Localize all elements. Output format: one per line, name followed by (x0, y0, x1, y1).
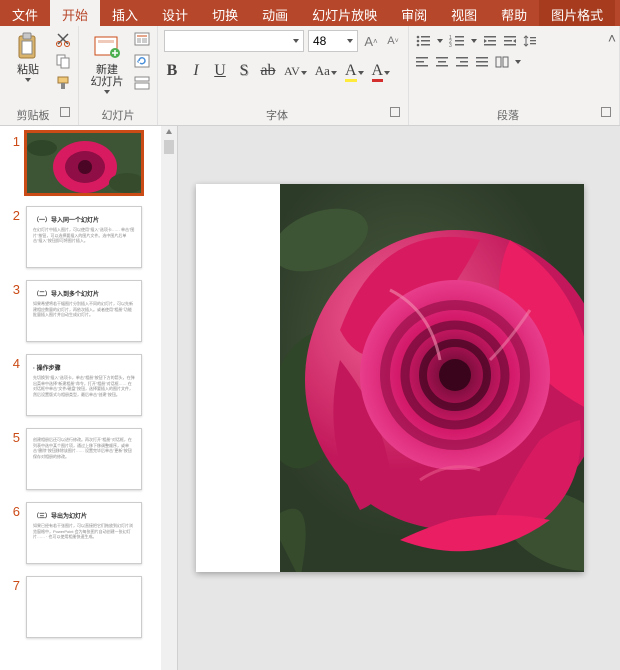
thumbnails-panel: 12（一）导入同一个幻灯片在幻灯片中插入图片，可以使用"插入"选项卡…… 单击"… (0, 126, 178, 670)
tab-bar: 文件 开始 插入 设计 切换 动画 幻灯片放映 审阅 视图 帮助 图片格式 (0, 0, 620, 26)
copy-button[interactable] (54, 52, 72, 70)
slide-number: 4 (4, 354, 20, 416)
tab-review[interactable]: 审阅 (389, 0, 439, 26)
font-launcher[interactable] (390, 107, 400, 117)
paste-button[interactable]: 粘贴 (6, 30, 50, 82)
group-clipboard-label: 剪贴板 (17, 110, 50, 122)
paste-icon (13, 32, 43, 62)
italic-button[interactable]: I (188, 62, 204, 80)
group-paragraph-label: 段落 (497, 110, 519, 122)
slide-number: 1 (4, 132, 20, 194)
bullets-button[interactable] (415, 34, 431, 48)
font-family-combo[interactable] (164, 30, 304, 52)
tab-transitions[interactable]: 切换 (200, 0, 250, 26)
thumbnail-preview: （二）导入到多个幻灯片如果希望将若干幅图片分别插入不同的幻灯片，可以先新建相应数… (26, 280, 142, 342)
bullets-menu[interactable] (437, 39, 443, 43)
collapse-ribbon-icon[interactable]: ˄ (608, 30, 616, 46)
cut-button[interactable] (54, 30, 72, 48)
format-painter-button[interactable] (54, 74, 72, 92)
thumbnail-preview: · 操作步骤先切换到"插入"选项卡，单击"相册"按钮下方的箭头，在弹出菜单中选择… (26, 354, 142, 416)
slide-thumbnail[interactable]: 2（一）导入同一个幻灯片在幻灯片中插入图片，可以使用"插入"选项卡…… 单击"图… (0, 200, 177, 274)
highlight-button[interactable]: A (345, 62, 364, 80)
slide-thumbnail[interactable]: 7 (0, 570, 177, 644)
slide-thumbnail[interactable]: 1 (0, 126, 177, 200)
paragraph-launcher[interactable] (601, 107, 611, 117)
align-left-button[interactable] (415, 56, 429, 68)
group-slides: 新建 幻灯片 幻灯片 (79, 26, 158, 125)
justify-button[interactable] (475, 56, 489, 68)
slide-thumbnail[interactable]: 3（二）导入到多个幻灯片如果希望将若干幅图片分别插入不同的幻灯片，可以先新建相应… (0, 274, 177, 348)
group-font-label: 字体 (266, 110, 288, 122)
tab-help[interactable]: 帮助 (489, 0, 539, 26)
slide-thumbnail[interactable]: 6（三）导出为幻灯片如果已经有若干张图片，可以直接把它们拖放到幻灯片浏览窗格中，… (0, 496, 177, 570)
strikethrough-button[interactable]: ab (260, 62, 276, 80)
font-color-button[interactable]: A (372, 62, 391, 80)
underline-button[interactable]: U (212, 62, 228, 80)
slide-picture[interactable] (280, 184, 584, 572)
slide-number: 5 (4, 428, 20, 490)
decrease-font-button[interactable]: A˅ (384, 32, 402, 50)
clipboard-launcher[interactable] (60, 107, 70, 117)
group-clipboard: 粘贴 剪贴板 (0, 26, 79, 125)
numbering-menu[interactable] (471, 39, 477, 43)
change-case-button[interactable]: Aa (315, 63, 337, 79)
thumbnails-scrollbar[interactable] (161, 126, 177, 670)
group-slides-label: 幻灯片 (102, 110, 135, 122)
tab-home[interactable]: 开始 (50, 0, 100, 26)
section-button[interactable] (133, 74, 151, 92)
reset-button[interactable] (133, 52, 151, 70)
group-paragraph: 123 段落 (409, 26, 620, 125)
slide-main (196, 184, 584, 572)
tab-view[interactable]: 视图 (439, 0, 489, 26)
align-center-button[interactable] (435, 56, 449, 68)
new-slide-icon (92, 32, 122, 62)
layout-button[interactable] (133, 30, 151, 48)
bold-button[interactable]: B (164, 62, 180, 80)
thumbnail-preview: （三）导出为幻灯片如果已经有若干张图片，可以直接把它们拖放到幻灯片浏览窗格中，P… (26, 502, 142, 564)
tab-design[interactable]: 设计 (150, 0, 200, 26)
slide-number: 2 (4, 206, 20, 268)
line-spacing-button[interactable] (523, 34, 537, 48)
slide-number: 7 (4, 576, 20, 638)
thumbnail-preview: （一）导入同一个幻灯片在幻灯片中插入图片，可以使用"插入"选项卡…… 单击"图片… (26, 206, 142, 268)
svg-text:3: 3 (449, 43, 452, 48)
tab-picture-format[interactable]: 图片格式 (539, 0, 615, 26)
thumbnail-preview (26, 576, 142, 638)
increase-indent-button[interactable] (483, 34, 497, 48)
workarea: 12（一）导入同一个幻灯片在幻灯片中插入图片，可以使用"插入"选项卡…… 单击"… (0, 126, 620, 670)
slide-number: 6 (4, 502, 20, 564)
align-right-button[interactable] (455, 56, 469, 68)
char-spacing-button[interactable]: AV (284, 64, 307, 79)
thumbnail-preview (26, 132, 142, 194)
tab-insert[interactable]: 插入 (100, 0, 150, 26)
slide-thumbnail[interactable]: 4 · 操作步骤先切换到"插入"选项卡，单击"相册"按钮下方的箭头，在弹出菜单中… (0, 348, 177, 422)
shadow-button[interactable]: S (236, 62, 252, 80)
slide-thumbnail[interactable]: 5创建相册后还可以进行修改。再次打开"相册"对话框，在列表中选中某个图片项，通过… (0, 422, 177, 496)
ribbon: ˄ 粘贴 剪贴板 新建 幻灯片 (0, 26, 620, 126)
group-font: 48 A˄ A˅ B I U S ab AV Aa A A 字体 (158, 26, 409, 125)
tab-file[interactable]: 文件 (0, 0, 50, 26)
numbering-button[interactable]: 123 (449, 34, 465, 48)
new-slide-button[interactable]: 新建 幻灯片 (85, 30, 129, 94)
decrease-indent-button[interactable] (503, 34, 517, 48)
tab-animations[interactable]: 动画 (250, 0, 300, 26)
columns-menu[interactable] (515, 60, 521, 64)
increase-font-button[interactable]: A˄ (362, 32, 380, 50)
slide-canvas[interactable] (178, 126, 620, 670)
columns-button[interactable] (495, 56, 509, 68)
font-size-combo[interactable]: 48 (308, 30, 358, 52)
slide-number: 3 (4, 280, 20, 342)
tab-slideshow[interactable]: 幻灯片放映 (300, 0, 389, 26)
thumbnail-preview: 创建相册后还可以进行修改。再次打开"相册"对话框，在列表中选中某个图片项，通过上… (26, 428, 142, 490)
